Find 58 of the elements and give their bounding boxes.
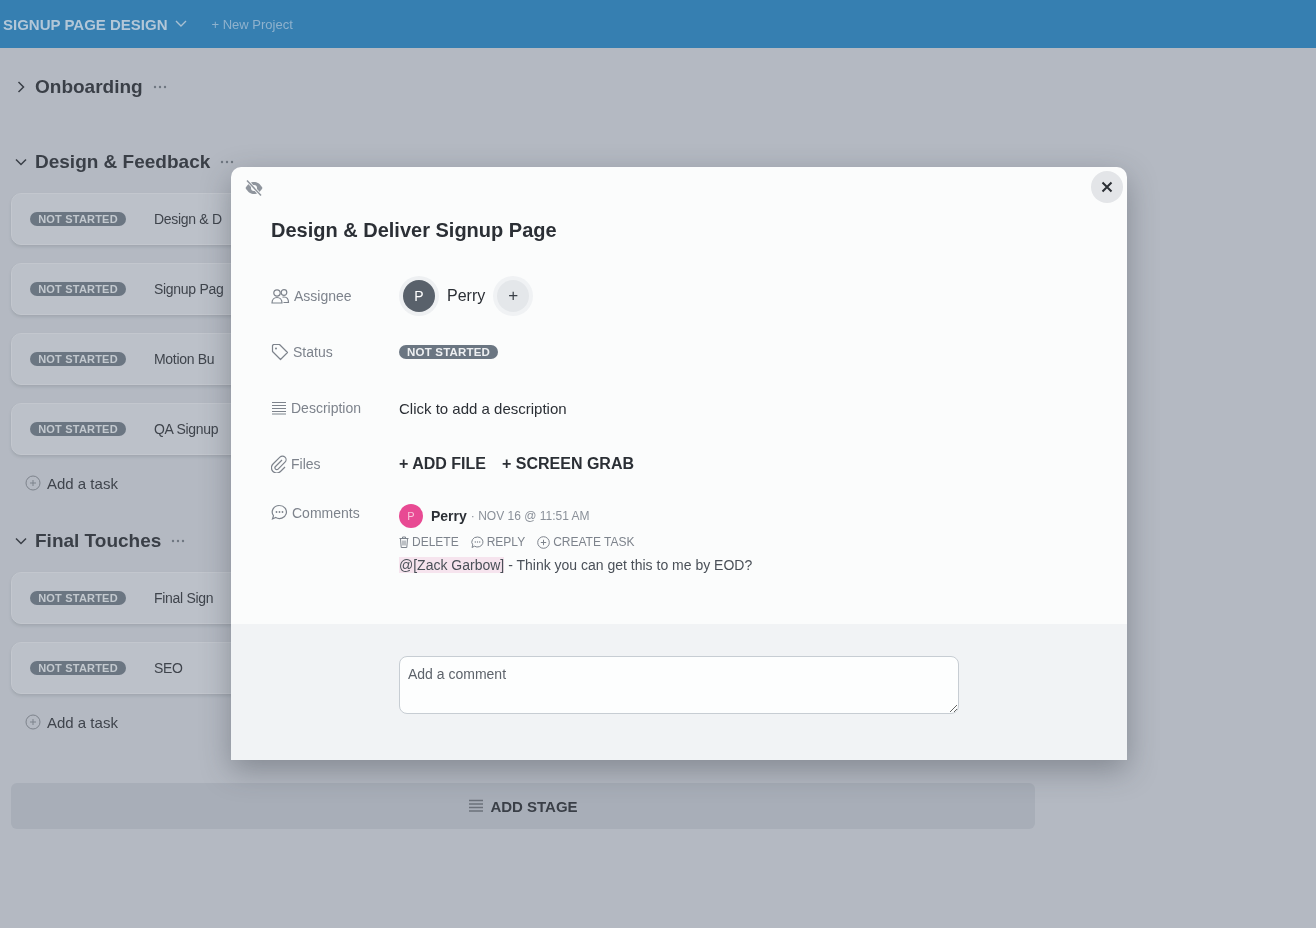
chevron-down-icon[interactable] <box>15 535 27 547</box>
chevron-down-icon <box>175 20 188 28</box>
add-stage-button[interactable]: ADD STAGE <box>11 783 1035 829</box>
field-label: Files <box>291 456 321 472</box>
plus-circle-icon <box>25 475 41 491</box>
description-text[interactable]: Click to add a description <box>399 399 567 417</box>
add-task-button[interactable]: Add a task <box>25 473 118 493</box>
more-icon[interactable] <box>220 160 235 164</box>
field-label: Status <box>293 344 333 360</box>
speech-bubble-icon <box>271 504 288 521</box>
comment-time: · NOV 16 @ 11:51 AM <box>470 509 590 523</box>
status-badge: NOT STARTED <box>30 212 126 226</box>
status-badge: NOT STARTED <box>30 422 126 436</box>
lines-icon <box>271 401 287 415</box>
avatar: P <box>399 504 423 528</box>
status-badge: NOT STARTED <box>30 591 126 605</box>
status-badge: NOT STARTED <box>30 661 126 675</box>
file-action-button[interactable]: + ADD FILE <box>399 455 486 473</box>
tag-icon <box>271 343 289 361</box>
eye-off-icon[interactable] <box>244 179 264 197</box>
trash-icon <box>399 536 409 548</box>
task-title: QA Signup <box>154 421 219 437</box>
avatar: P <box>403 280 435 312</box>
comment-action-button[interactable]: DELETE <box>399 535 459 549</box>
close-button[interactable] <box>1091 171 1123 203</box>
plus-circle-icon <box>25 714 41 730</box>
field-label: Comments <box>292 504 360 521</box>
people-icon <box>271 288 290 304</box>
comment-action-button[interactable]: REPLY <box>470 535 526 549</box>
task-title: Design & D <box>154 211 222 227</box>
add-task-button[interactable]: Add a task <box>25 712 118 732</box>
project-dropdown[interactable]: SIGNUP PAGE DESIGN <box>3 15 188 33</box>
plus-circle-icon <box>537 535 551 549</box>
paperclip-icon <box>271 455 287 473</box>
stage-title: Onboarding <box>35 76 143 98</box>
task-title: Motion Bu <box>154 351 215 367</box>
stack-icon <box>468 799 485 813</box>
task-title: SEO <box>154 660 183 676</box>
comment-text: @[Zack Garbow] - Think you can get this to me by EOD? <box>399 557 753 573</box>
file-action-button[interactable]: + SCREEN GRAB <box>501 455 634 473</box>
status-badge[interactable]: NOT STARTED <box>399 345 499 359</box>
comment-field[interactable]: Add a comment <box>399 656 959 714</box>
task-title: Final Sign <box>154 590 214 606</box>
dialog-title: Design & Deliver Signup Page <box>271 218 558 242</box>
status-badge: NOT STARTED <box>30 352 126 366</box>
status-badge: NOT STARTED <box>30 282 126 296</box>
stage-title: Final Touches <box>35 530 162 552</box>
field-label: Description <box>291 400 362 416</box>
comment-author: Perry <box>431 508 467 524</box>
speech-bubble-icon <box>470 535 484 549</box>
assignee-name: Perry <box>447 287 486 305</box>
stage-title: Design & Feedback <box>35 151 211 173</box>
chevron-down-icon[interactable] <box>15 156 27 168</box>
field-label: Assignee <box>294 288 352 304</box>
close-icon <box>1101 181 1113 193</box>
task-title: Signup Pag <box>154 281 224 297</box>
chevron-right-icon[interactable] <box>15 81 27 93</box>
comment-action-button[interactable]: CREATE TASK <box>537 535 635 549</box>
